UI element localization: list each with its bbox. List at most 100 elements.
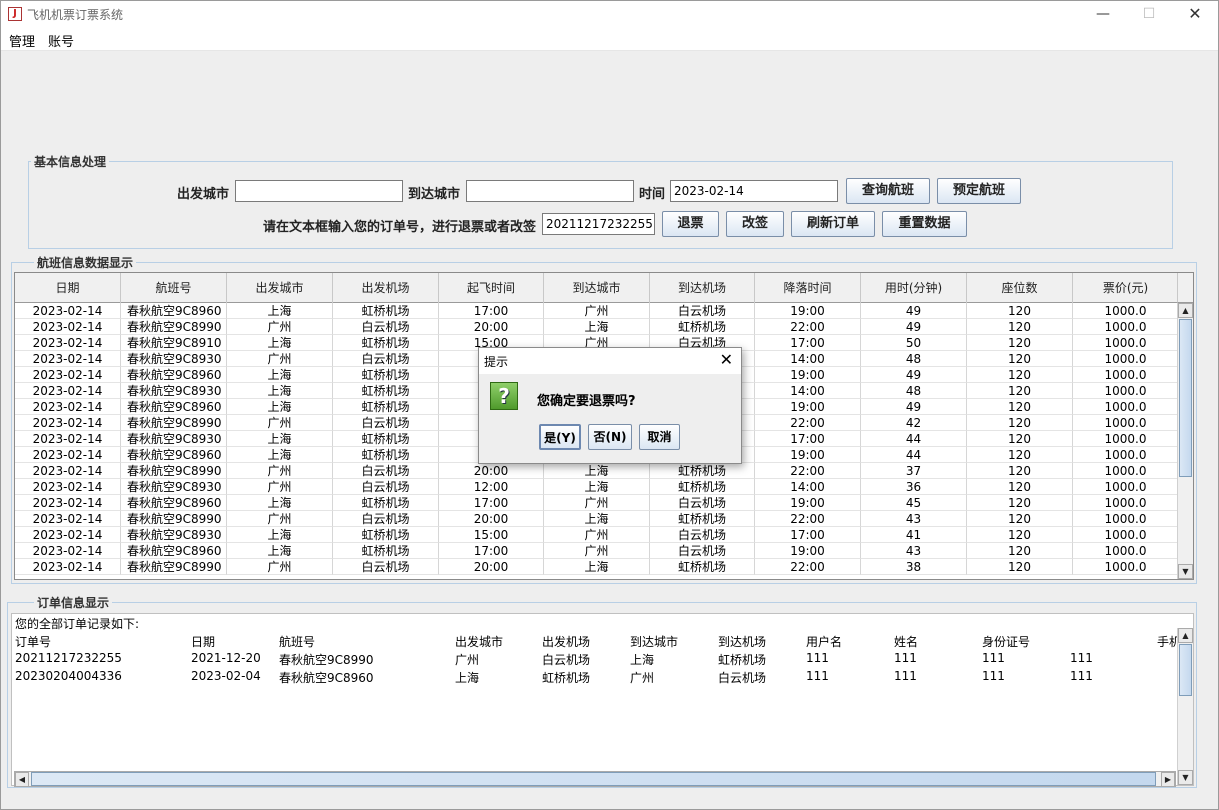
table-cell: 白云机场 bbox=[650, 303, 755, 319]
change-button[interactable]: 改签 bbox=[726, 211, 784, 237]
table-cell: 广州 bbox=[544, 495, 650, 511]
table-row[interactable]: 2023-02-14 春秋航空9C8990 广州 白云机场 20:00 上海 虹桥机场 22:… bbox=[15, 511, 1179, 527]
arrive-city-label: 到达城市 bbox=[408, 187, 461, 202]
query-flight-button[interactable]: 查询航班 bbox=[846, 178, 930, 204]
order-cell: 虹桥机场 bbox=[542, 671, 591, 685]
table-cell: 1000.0 bbox=[1073, 335, 1179, 351]
column-header[interactable]: 票价(元) bbox=[1073, 273, 1179, 303]
table-cell: 上海 bbox=[544, 463, 650, 479]
table-cell: 120 bbox=[967, 463, 1073, 479]
minimize-button[interactable]: — bbox=[1080, 1, 1126, 27]
dialog-title: 提示 bbox=[484, 355, 509, 369]
scroll-right-icon[interactable]: ▶ bbox=[1161, 772, 1175, 787]
order-cell: 出发机场 bbox=[542, 635, 591, 649]
reset-data-button[interactable]: 重置数据 bbox=[882, 211, 967, 237]
order-scroll-down-icon[interactable]: ▼ bbox=[1178, 770, 1193, 785]
flight-table-vscroll[interactable]: ▲ ▼ bbox=[1177, 303, 1193, 579]
table-corner bbox=[1177, 273, 1193, 303]
table-cell: 白云机场 bbox=[650, 527, 755, 543]
table-row[interactable]: 2023-02-14 春秋航空9C8960 上海 虹桥机场 17:00 广州 白云机场 19:… bbox=[15, 495, 1179, 511]
scroll-thumb[interactable] bbox=[1179, 319, 1192, 477]
table-cell: 上海 bbox=[227, 367, 333, 383]
scroll-left-icon[interactable]: ◀ bbox=[15, 772, 29, 787]
time-input[interactable]: 2023-02-14 bbox=[670, 180, 838, 202]
column-header[interactable]: 出发城市 bbox=[227, 273, 333, 303]
scroll-up-icon[interactable]: ▲ bbox=[1178, 303, 1193, 318]
main-window: J 飞机机票订票系统 — ☐ ✕ 管理 账号 基本信息处理 出发城市 到达城市 … bbox=[0, 0, 1219, 810]
time-label: 时间 bbox=[639, 187, 666, 202]
menu-account[interactable]: 账号 bbox=[48, 31, 74, 50]
table-cell: 1000.0 bbox=[1073, 447, 1179, 463]
menu-manage[interactable]: 管理 bbox=[9, 31, 35, 50]
table-cell: 45 bbox=[861, 495, 967, 511]
order-number-input[interactable]: 20211217232255 bbox=[542, 213, 655, 235]
dialog-message: 您确定要退票吗? bbox=[537, 394, 636, 409]
table-cell: 20:00 bbox=[439, 463, 544, 479]
column-header[interactable]: 用时(分钟) bbox=[861, 273, 967, 303]
arrive-city-input[interactable] bbox=[466, 180, 634, 202]
order-scroll-thumb[interactable] bbox=[1179, 644, 1192, 696]
depart-city-input[interactable] bbox=[235, 180, 403, 202]
table-row[interactable]: 2023-02-14 春秋航空9C8990 广州 白云机场 20:00 上海 虹桥机场 22:… bbox=[15, 319, 1179, 335]
title-bar: J 飞机机票订票系统 — ☐ ✕ bbox=[1, 1, 1218, 27]
table-row[interactable]: 2023-02-14 春秋航空9C8990 广州 白云机场 20:00 上海 虹桥机场 22:… bbox=[15, 463, 1179, 479]
table-cell: 1000.0 bbox=[1073, 559, 1179, 575]
menu-bar: 管理 账号 bbox=[1, 27, 1218, 51]
dialog-close-icon[interactable]: ✕ bbox=[720, 350, 733, 369]
column-header[interactable]: 到达机场 bbox=[650, 273, 755, 303]
table-cell: 上海 bbox=[227, 431, 333, 447]
order-vscroll[interactable]: ▲ ▼ bbox=[1177, 628, 1193, 785]
no-button[interactable]: 否(N) bbox=[588, 424, 632, 450]
column-header[interactable]: 日期 bbox=[15, 273, 121, 303]
table-cell: 广州 bbox=[544, 303, 650, 319]
table-cell: 50 bbox=[861, 335, 967, 351]
table-cell: 虹桥机场 bbox=[333, 367, 439, 383]
order-hscroll[interactable]: ◀ ▶ bbox=[14, 771, 1176, 787]
column-header[interactable]: 座位数 bbox=[967, 273, 1073, 303]
order-hscroll-thumb[interactable] bbox=[31, 772, 1156, 786]
table-row[interactable]: 2023-02-14 春秋航空9C8930 上海 虹桥机场 15:00 广州 白云机场 17:… bbox=[15, 527, 1179, 543]
table-cell: 春秋航空9C8960 bbox=[121, 447, 227, 463]
column-header[interactable]: 出发机场 bbox=[333, 273, 439, 303]
table-row[interactable]: 2023-02-14 春秋航空9C8930 广州 白云机场 12:00 上海 虹桥机场 14:… bbox=[15, 479, 1179, 495]
order-text-area[interactable]: 您的全部订单记录如下: 订单号 日期 航班号 出发城市 出发机场 到达城市 到达机场 用户名 姓… bbox=[11, 613, 1194, 786]
table-cell: 2023-02-14 bbox=[15, 303, 121, 319]
order-cell: 111 bbox=[894, 669, 917, 683]
column-header[interactable]: 到达城市 bbox=[544, 273, 650, 303]
order-cell: 到达城市 bbox=[630, 635, 679, 649]
table-row[interactable]: 2023-02-14 春秋航空9C8990 广州 白云机场 20:00 上海 虹桥机场 22:… bbox=[15, 559, 1179, 575]
table-cell: 120 bbox=[967, 559, 1073, 575]
refresh-order-button[interactable]: 刷新订单 bbox=[791, 211, 875, 237]
order-cell: 用户名 bbox=[806, 635, 843, 649]
table-cell: 白云机场 bbox=[333, 319, 439, 335]
yes-button[interactable]: 是(Y) bbox=[539, 424, 581, 450]
cancel-button[interactable]: 取消 bbox=[639, 424, 680, 450]
table-cell: 上海 bbox=[544, 511, 650, 527]
column-header[interactable]: 起飞时间 bbox=[439, 273, 544, 303]
scroll-down-icon[interactable]: ▼ bbox=[1178, 564, 1193, 579]
table-cell: 49 bbox=[861, 319, 967, 335]
table-cell: 广州 bbox=[227, 511, 333, 527]
table-cell: 20:00 bbox=[439, 559, 544, 575]
table-cell: 120 bbox=[967, 543, 1073, 559]
table-cell: 1000.0 bbox=[1073, 415, 1179, 431]
order-scroll-up-icon[interactable]: ▲ bbox=[1178, 628, 1193, 643]
table-cell: 120 bbox=[967, 431, 1073, 447]
confirm-dialog: 提示 ✕ ? 您确定要退票吗? 是(Y) 否(N) 取消 bbox=[478, 347, 742, 464]
column-header[interactable]: 航班号 bbox=[121, 273, 227, 303]
table-cell: 48 bbox=[861, 351, 967, 367]
table-row[interactable]: 2023-02-14 春秋航空9C8960 上海 虹桥机场 17:00 广州 白云机场 19:… bbox=[15, 543, 1179, 559]
refund-button[interactable]: 退票 bbox=[662, 211, 719, 237]
book-flight-button[interactable]: 预定航班 bbox=[937, 178, 1021, 204]
maximize-button[interactable]: ☐ bbox=[1126, 1, 1172, 27]
close-window-button[interactable]: ✕ bbox=[1172, 1, 1218, 27]
table-row[interactable]: 2023-02-14 春秋航空9C8960 上海 虹桥机场 17:00 广州 白云机场 19:… bbox=[15, 303, 1179, 319]
column-header[interactable]: 降落时间 bbox=[755, 273, 861, 303]
table-cell: 2023-02-14 bbox=[15, 415, 121, 431]
table-cell: 春秋航空9C8990 bbox=[121, 511, 227, 527]
flight-info-title: 航班信息数据显示 bbox=[34, 254, 137, 271]
table-cell: 上海 bbox=[227, 543, 333, 559]
table-cell: 虹桥机场 bbox=[650, 319, 755, 335]
table-cell: 春秋航空9C8930 bbox=[121, 479, 227, 495]
table-cell: 2023-02-14 bbox=[15, 527, 121, 543]
